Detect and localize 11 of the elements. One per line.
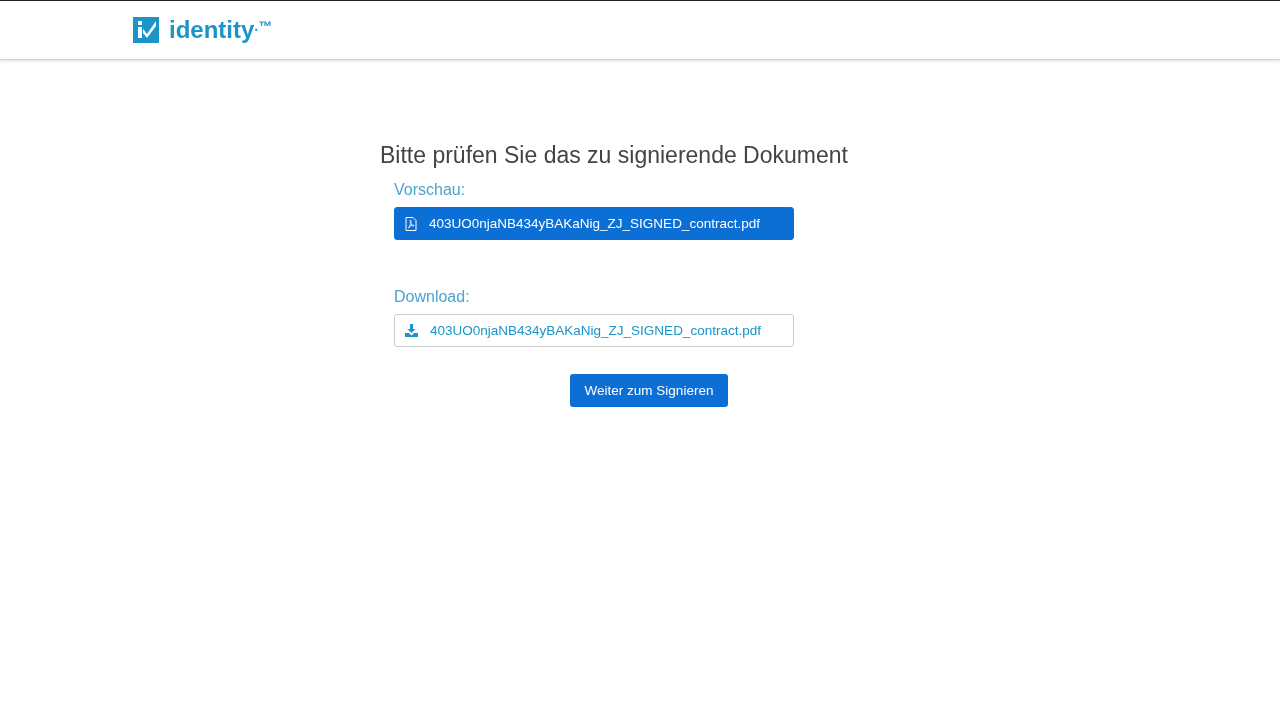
- pdf-file-icon: [405, 216, 417, 231]
- section-label: Vorschau:: [394, 181, 467, 199]
- download-icon: [405, 324, 418, 337]
- logo-icon: [133, 17, 159, 43]
- brand-name: identity: [169, 16, 255, 44]
- page-title: Bitte prüfen Sie das zu signierende Dokument: [380, 142, 849, 169]
- preview-button[interactable]: 403UO0njaNB434yBAKaNig_ZJ_SIGNED_contract.pdf: [394, 207, 794, 240]
- section-label: Download:: [394, 288, 471, 306]
- download-link[interactable]: 403UO0njaNB434yBAKaNig_ZJ_SIGNED_contract.pdf: [394, 314, 794, 347]
- continue-button[interactable]: Weiter zum Signieren: [569, 374, 729, 407]
- trademark: .™: [254, 18, 273, 34]
